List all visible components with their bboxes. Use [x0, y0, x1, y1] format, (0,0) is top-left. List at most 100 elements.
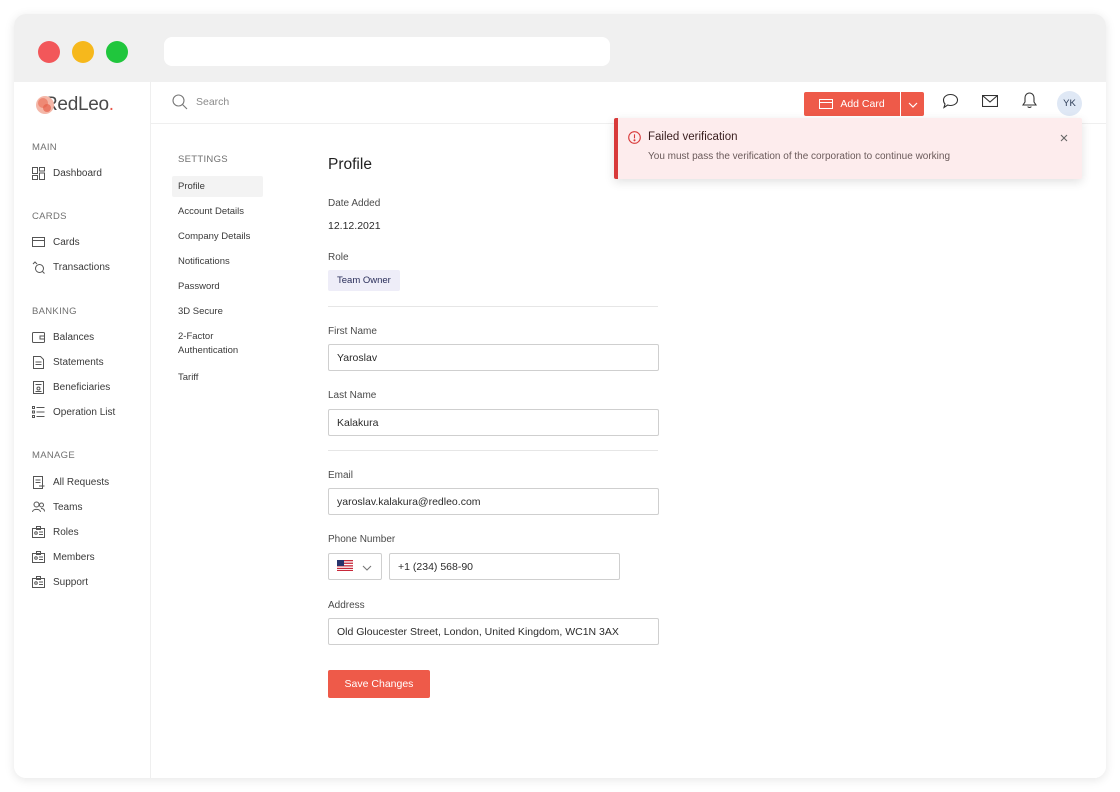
us-flag-icon	[337, 558, 353, 576]
settings-item-account-details[interactable]: Account Details	[172, 201, 263, 222]
browser-titlebar	[14, 14, 1106, 82]
app: RedLeo. MAIN Dashboard CARDS Cards Trans…	[14, 82, 1106, 778]
settings-item-notifications[interactable]: Notifications	[172, 251, 263, 272]
divider	[328, 450, 658, 451]
settings-item-profile[interactable]: Profile	[172, 176, 263, 197]
search-input[interactable]: Search	[172, 94, 229, 110]
role-label: Role	[328, 252, 349, 263]
sidebar: RedLeo. MAIN Dashboard CARDS Cards Trans…	[14, 82, 151, 778]
teams-icon	[32, 501, 45, 514]
toast-message: You must pass the verification of the co…	[648, 151, 951, 162]
chevron-down-icon	[908, 95, 918, 113]
last-name-field[interactable]: Kalakura	[328, 409, 659, 436]
settings-item-tariff[interactable]: Tariff	[172, 367, 263, 388]
sidebar-item-label: Roles	[53, 526, 79, 538]
minimize-window-button[interactable]	[72, 41, 94, 63]
address-label: Address	[328, 600, 365, 611]
search-placeholder: Search	[196, 96, 230, 108]
sidebar-item-all-requests[interactable]: All Requests	[32, 473, 109, 491]
email-label: Email	[328, 470, 354, 481]
sidebar-item-label: All Requests	[53, 476, 110, 488]
id-card-icon	[32, 551, 45, 564]
notifications-button[interactable]	[1020, 92, 1038, 114]
sidebar-item-statements[interactable]: Statements	[32, 353, 104, 371]
page-title: Profile	[328, 156, 372, 173]
address-bar[interactable]	[164, 37, 610, 66]
add-card-button[interactable]: Add Card	[804, 92, 900, 116]
maximize-window-button[interactable]	[106, 41, 128, 63]
sidebar-item-label: Transactions	[53, 261, 110, 273]
sidebar-item-label: Statements	[53, 356, 104, 368]
mail-icon	[981, 94, 999, 112]
chevron-down-icon	[362, 558, 372, 576]
sidebar-item-roles[interactable]: Roles	[32, 523, 79, 541]
main-area: Search Add Card YK SETTINGS Profile Acco…	[151, 82, 1106, 778]
settings-item-password[interactable]: Password	[172, 276, 263, 297]
logo[interactable]: RedLeo.	[34, 90, 114, 120]
sidebar-item-label: Beneficiaries	[53, 381, 111, 393]
transactions-icon	[32, 260, 45, 274]
card-icon	[32, 236, 45, 249]
date-added-value: 12.12.2021	[328, 220, 381, 232]
list-icon	[32, 406, 45, 419]
first-name-field[interactable]: Yaroslav	[328, 344, 659, 371]
mail-button[interactable]	[981, 94, 999, 112]
first-name-label: First Name	[328, 326, 377, 337]
error-toast: Failed verification You must pass the ve…	[614, 118, 1082, 179]
email-field[interactable]: yaroslav.kalakura@redleo.com	[328, 488, 659, 515]
logo-mark-icon	[34, 93, 58, 117]
sidebar-item-transactions[interactable]: Transactions	[32, 258, 110, 276]
sidebar-item-cards[interactable]: Cards	[32, 233, 80, 251]
add-card-label: Add Card	[840, 98, 885, 110]
sidebar-item-label: Support	[53, 576, 89, 588]
add-card-dropdown-button[interactable]	[901, 92, 924, 116]
last-name-label: Last Name	[328, 390, 377, 401]
section-title-manage: MANAGE	[32, 450, 75, 461]
dashboard-icon	[32, 166, 45, 180]
toast-title: Failed verification	[648, 131, 738, 143]
requests-icon	[32, 475, 45, 489]
alert-icon	[628, 131, 641, 144]
sidebar-item-label: Members	[53, 551, 95, 563]
id-card-icon	[32, 526, 45, 539]
sidebar-item-balances[interactable]: Balances	[32, 328, 94, 346]
add-card-split-button: Add Card	[804, 92, 924, 116]
bell-icon	[1021, 92, 1037, 114]
phone-field[interactable]: +1 (234) 568-90	[389, 553, 620, 580]
settings-item-company-details[interactable]: Company Details	[172, 226, 263, 247]
address-field[interactable]: Old Gloucester Street, London, United Ki…	[328, 618, 659, 645]
content: SETTINGS Profile Account Details Company…	[151, 124, 1106, 778]
chat-button[interactable]	[941, 93, 959, 114]
close-window-button[interactable]	[38, 41, 60, 63]
settings-item-3d-secure[interactable]: 3D Secure	[172, 301, 263, 322]
logo-dot: .	[108, 94, 114, 115]
sidebar-item-beneficiaries[interactable]: Beneficiaries	[32, 378, 110, 396]
section-title-cards: CARDS	[32, 211, 67, 222]
search-icon	[172, 94, 188, 110]
sidebar-item-label: Cards	[53, 236, 80, 248]
section-title-banking: BANKING	[32, 306, 77, 317]
wallet-icon	[32, 331, 45, 344]
phone-country-select[interactable]	[328, 553, 382, 580]
chat-icon	[942, 93, 959, 114]
save-changes-button[interactable]: Save Changes	[328, 670, 430, 698]
avatar[interactable]: YK	[1057, 91, 1082, 116]
document-icon	[32, 355, 45, 369]
date-added-label: Date Added	[328, 198, 381, 209]
sidebar-item-support[interactable]: Support	[32, 573, 88, 591]
beneficiaries-icon	[32, 380, 45, 394]
sidebar-item-members[interactable]: Members	[32, 548, 95, 566]
sidebar-item-operation-list[interactable]: Operation List	[32, 403, 115, 421]
settings-item-2-factor-authentication[interactable]: 2-Factor Authentication	[172, 326, 263, 360]
section-title-main: MAIN	[32, 142, 57, 153]
card-icon	[819, 99, 834, 109]
divider	[328, 306, 658, 307]
sidebar-item-label: Operation List	[53, 406, 116, 418]
id-card-icon	[32, 576, 45, 589]
phone-label: Phone Number	[328, 534, 396, 545]
sidebar-item-teams[interactable]: Teams	[32, 498, 82, 516]
sidebar-item-dashboard[interactable]: Dashboard	[32, 164, 102, 182]
sidebar-item-label: Dashboard	[53, 167, 102, 179]
close-icon[interactable]	[1058, 131, 1070, 143]
settings-title: SETTINGS	[178, 154, 228, 165]
